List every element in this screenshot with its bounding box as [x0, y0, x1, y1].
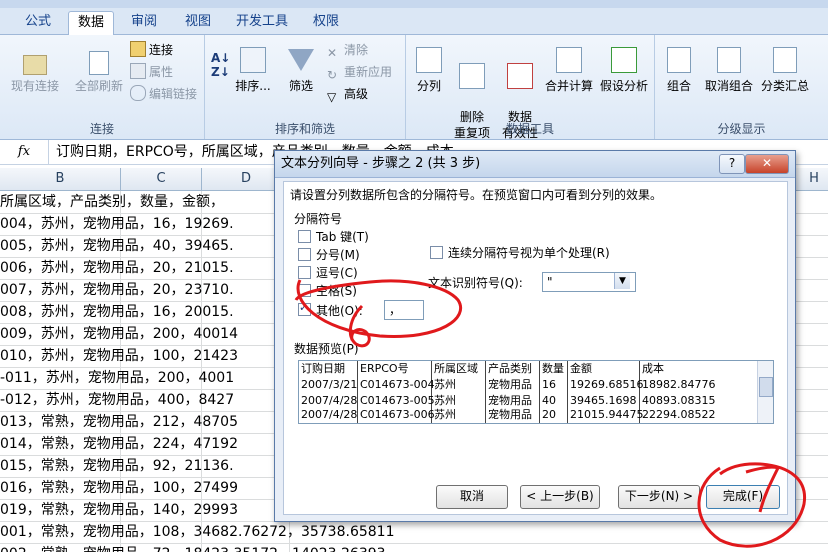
annotation-circle-other [294, 279, 462, 338]
red-annotation-layer [294, 279, 807, 548]
annotation-number-6 [348, 304, 371, 348]
annotation-number-7 [745, 465, 781, 513]
annotation-circle-finish [697, 462, 807, 548]
